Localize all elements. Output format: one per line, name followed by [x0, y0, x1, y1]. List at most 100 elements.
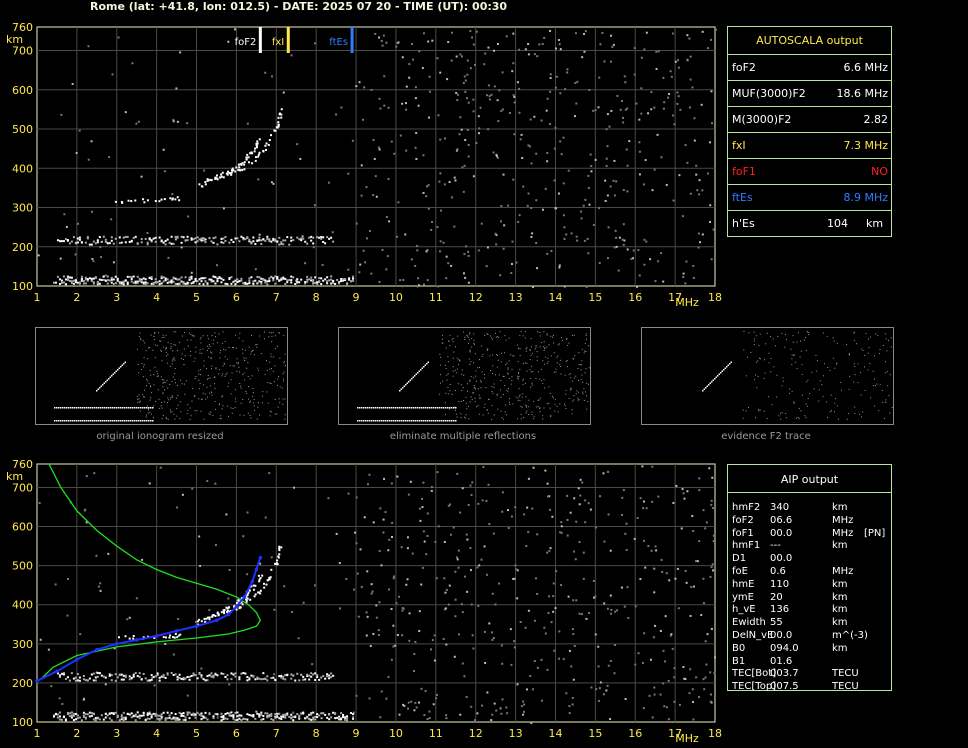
noise-dot	[407, 493, 410, 496]
thumb-noise	[449, 383, 451, 385]
trace-point	[100, 240, 103, 243]
thumb-trace	[365, 420, 367, 422]
trace-point	[232, 241, 235, 244]
thumb-noise	[218, 373, 220, 375]
noise-dot	[565, 692, 568, 695]
noise-dot	[605, 157, 608, 160]
thumb-noise	[224, 356, 226, 358]
noise-dot	[544, 632, 547, 635]
trace-point	[248, 678, 251, 681]
thumb-noise	[200, 410, 202, 412]
trace-point	[268, 277, 271, 280]
noise-dot	[642, 183, 645, 186]
noise-dot	[691, 688, 694, 691]
thumb-trace	[99, 387, 101, 389]
thumb-noise	[174, 378, 176, 380]
trace-point	[330, 676, 333, 679]
noise-dot	[200, 667, 203, 670]
trace-point	[112, 712, 115, 715]
thumb-noise	[278, 332, 280, 334]
noise-dot	[582, 551, 585, 554]
trace-point	[237, 169, 240, 172]
noise-dot	[693, 117, 696, 120]
thumb-noise	[455, 346, 457, 348]
noise-dot	[710, 499, 713, 502]
trace-point	[116, 279, 119, 282]
noise-dot	[680, 527, 683, 530]
trace-point	[102, 235, 105, 238]
y-tick-label: 500	[12, 560, 33, 573]
trace-point	[204, 238, 207, 241]
thumb-noise	[507, 391, 509, 393]
noise-dot	[645, 240, 648, 243]
thumb-noise	[490, 337, 492, 339]
thumb-trace	[443, 407, 445, 409]
thumb-noise	[520, 418, 522, 420]
thumb-noise	[889, 374, 891, 376]
noise-dot	[597, 106, 600, 109]
trace-point	[174, 277, 177, 280]
thumb-noise	[759, 409, 761, 411]
noise-dot	[520, 133, 523, 136]
thumb-noise	[541, 342, 543, 344]
trace-point	[110, 712, 113, 715]
trace-point	[158, 280, 161, 283]
noise-dot	[404, 233, 407, 236]
thumb-noise	[270, 356, 272, 358]
trace-point	[198, 183, 201, 186]
noise-dot	[175, 87, 178, 90]
thumb-noise	[805, 349, 807, 351]
trace-point	[164, 243, 167, 246]
noise-dot	[435, 577, 438, 580]
trace-point	[92, 672, 95, 675]
noise-dot	[655, 549, 658, 552]
trace-point	[312, 236, 315, 239]
thumb-noise	[819, 380, 821, 382]
noise-dot	[439, 172, 442, 175]
noise-dot	[712, 569, 715, 572]
trace-point	[278, 712, 281, 715]
noise-dot	[590, 170, 593, 173]
thumb-noise	[154, 344, 156, 346]
trace-point	[120, 718, 123, 721]
thumb-trace	[371, 420, 373, 422]
trace-point	[298, 281, 301, 284]
trace-point	[232, 714, 235, 717]
thumb-noise	[461, 373, 463, 375]
trace-point	[174, 198, 177, 201]
thumb-noise	[585, 334, 587, 336]
noise-dot	[585, 285, 588, 288]
thumb-noise	[564, 405, 566, 407]
trace-point	[246, 713, 249, 716]
thumb-noise	[441, 342, 443, 344]
thumb-noise	[750, 351, 752, 353]
trace-point	[58, 278, 61, 281]
noise-dot	[638, 150, 641, 153]
thumb-noise	[181, 353, 183, 355]
trace-point	[96, 671, 99, 674]
thumb-noise	[143, 376, 145, 378]
thumb-noise	[884, 333, 886, 335]
noise-dot	[567, 595, 570, 598]
trace-point	[208, 674, 211, 677]
thumb-trace	[60, 407, 62, 409]
thumb-noise	[247, 362, 249, 364]
noise-dot	[622, 489, 625, 492]
noise-dot	[358, 81, 361, 84]
thumb-trace	[419, 420, 421, 422]
thumb-noise	[861, 348, 863, 350]
noise-dot	[703, 688, 706, 691]
noise-dot	[690, 585, 693, 588]
noise-dot	[399, 134, 402, 137]
noise-dot	[148, 482, 151, 485]
thumb-noise	[509, 398, 511, 400]
trace-point	[188, 717, 191, 720]
thumb-noise	[480, 345, 482, 347]
trace-point	[198, 672, 201, 675]
thumb-noise	[511, 376, 513, 378]
trace-point	[262, 718, 265, 721]
thumb-noise	[185, 380, 187, 382]
thumb-noise	[198, 379, 200, 381]
thumb-trace	[431, 420, 433, 422]
noise-dot	[599, 681, 602, 684]
